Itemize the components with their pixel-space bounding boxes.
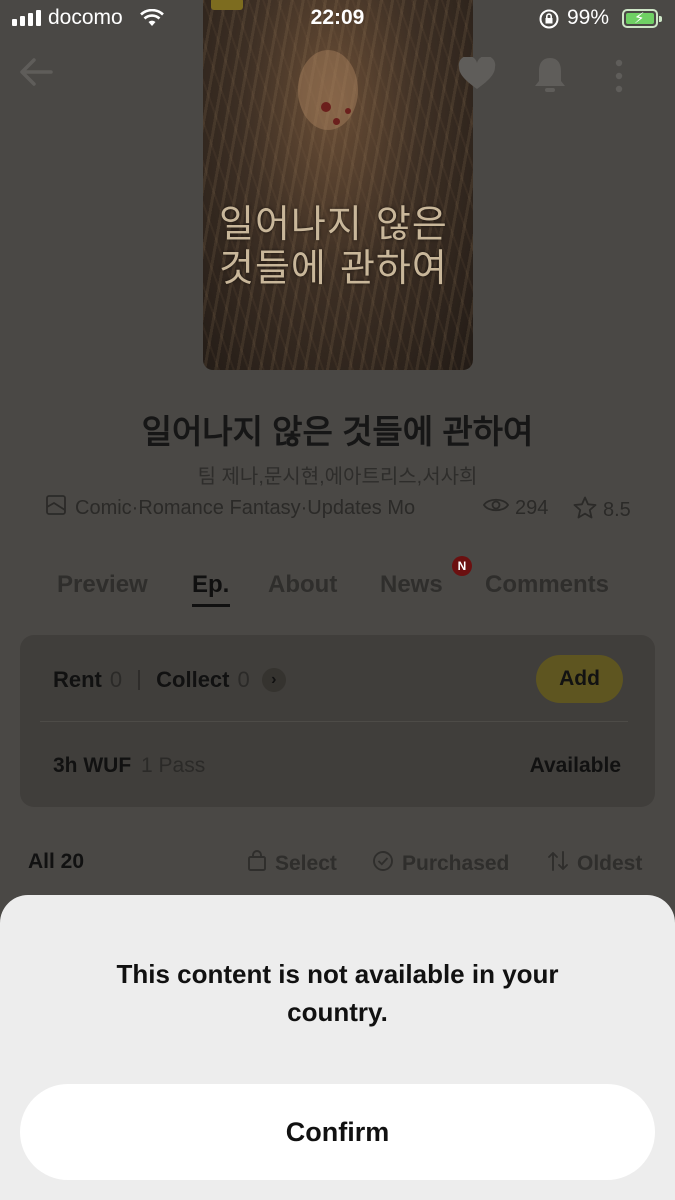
rent-label: Rent xyxy=(53,667,102,692)
chevron-right-icon[interactable]: › xyxy=(261,668,286,692)
cover-image: 일어나지 않은것들에 관하여 xyxy=(203,0,473,370)
eye-icon xyxy=(482,496,510,520)
tab-episodes[interactable]: Ep. xyxy=(192,571,229,599)
wuf-status: Available xyxy=(529,754,621,777)
pass-card: Rent 0 Collect 0 › Add 3h WUF 1 Pass Ava… xyxy=(20,635,655,807)
card-divider xyxy=(40,721,628,722)
wuf-label: 3h WUF xyxy=(53,754,132,777)
divider xyxy=(138,670,141,690)
sort-icon xyxy=(547,850,569,878)
battery-percent: 99% xyxy=(567,6,610,29)
sort-button[interactable]: Oldest xyxy=(547,850,642,878)
region-unavailable-sheet: This content is not available in your co… xyxy=(0,895,675,1200)
check-circle-icon xyxy=(372,850,394,878)
tab-news[interactable]: News xyxy=(380,571,443,599)
select-button[interactable]: Select xyxy=(247,850,337,878)
star-icon xyxy=(573,496,597,525)
collect-count: 0 xyxy=(237,667,250,692)
episode-count: All 20 xyxy=(28,850,85,873)
battery-icon: ⚡ xyxy=(622,9,662,28)
confirm-button[interactable]: Confirm xyxy=(20,1084,655,1180)
tab-about[interactable]: About xyxy=(268,571,337,599)
add-button[interactable]: Add xyxy=(536,655,623,703)
cover-title-art: 일어나지 않은것들에 관하여 xyxy=(219,202,448,290)
tab-preview[interactable]: Preview xyxy=(57,571,148,599)
back-arrow-icon[interactable] xyxy=(18,55,54,94)
rating: 8.5 xyxy=(573,496,631,525)
book-icon xyxy=(45,494,67,522)
sort-label: Oldest xyxy=(577,852,643,875)
work-meta: Comic·Romance Fantasy·Updates Mo xyxy=(45,494,416,522)
wuf-pass: 1 Pass xyxy=(141,754,206,777)
purchased-filter[interactable]: Purchased xyxy=(372,850,509,878)
wuf-row: 3h WUF 1 Pass xyxy=(53,754,205,778)
rating-value: 8.5 xyxy=(603,499,631,521)
purchased-label: Purchased xyxy=(402,852,510,875)
select-label: Select xyxy=(275,852,337,875)
genre-text: Comic·Romance Fantasy·Updates Mo xyxy=(75,496,416,519)
tab-comments[interactable]: Comments xyxy=(485,571,609,599)
bag-icon xyxy=(247,850,267,878)
status-bar: docomo 22:09 99% ⚡ xyxy=(0,0,675,38)
pass-summary: Rent 0 Collect 0 › xyxy=(53,667,286,693)
dialog-message: This content is not available in your co… xyxy=(116,959,559,1027)
collect-label[interactable]: Collect xyxy=(156,667,229,693)
news-new-badge: N xyxy=(452,556,472,576)
heart-icon[interactable] xyxy=(458,55,496,96)
authors: 팀 제나,문시현,에아트리스,서사희 xyxy=(197,466,478,488)
active-tab-indicator xyxy=(192,604,230,607)
rotation-lock-icon xyxy=(538,8,560,35)
more-vertical-icon[interactable] xyxy=(612,58,626,99)
rent-count: 0 xyxy=(109,667,123,692)
bell-icon[interactable] xyxy=(532,55,568,100)
views-value: 294 xyxy=(515,496,549,519)
work-title: 일어나지 않은 것들에 관하여 xyxy=(141,413,534,450)
view-count: 294 xyxy=(482,496,549,520)
